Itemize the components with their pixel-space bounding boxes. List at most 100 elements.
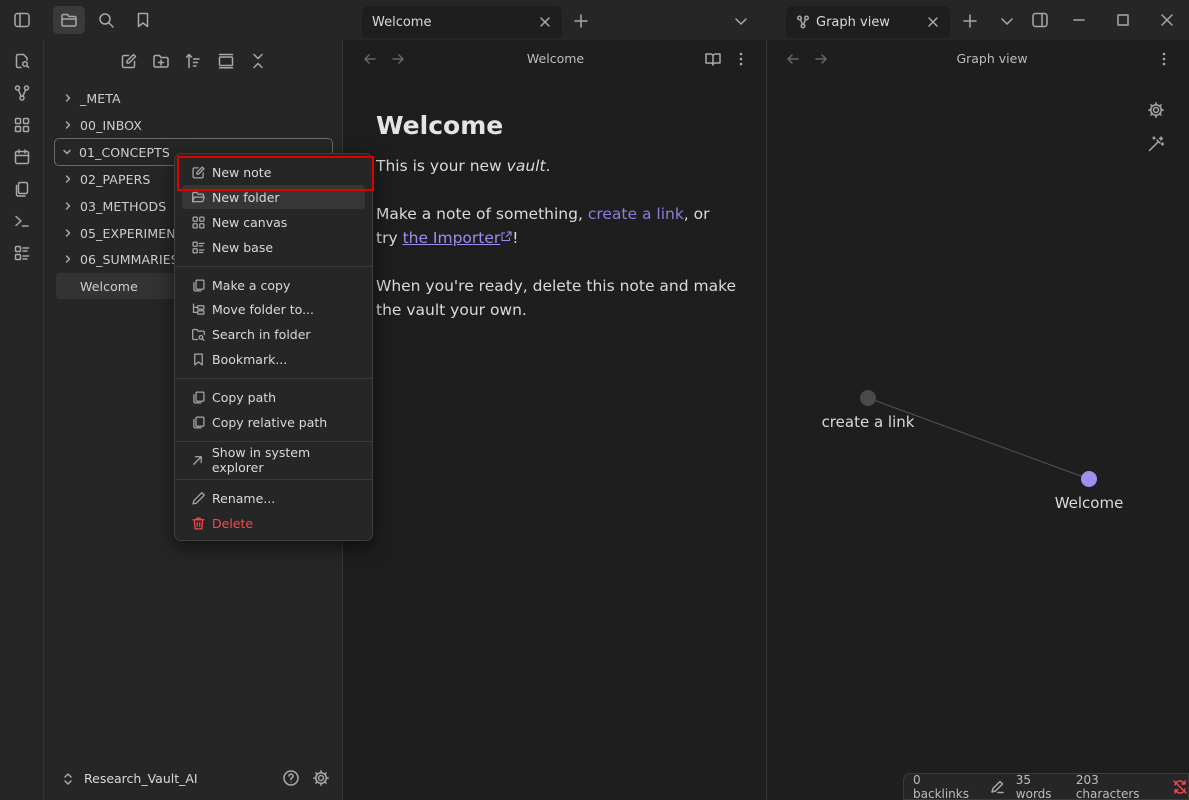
note-pane: Welcome Welcome This is your new vault. … (344, 40, 767, 800)
menu-item-new-base[interactable]: New base (182, 235, 365, 259)
canvas-icon (191, 215, 205, 229)
copy-icon (192, 415, 205, 429)
copy-icon (192, 278, 205, 292)
graph-node-label: create a link (821, 413, 915, 431)
note-paragraph-2[interactable]: Make a note of something, create a link,… (376, 202, 756, 250)
folder-label: 01_CONCEPTS (79, 144, 170, 160)
sidebar-right-icon (1032, 12, 1048, 28)
menu-item-delete[interactable]: Delete (182, 511, 365, 535)
sync-status[interactable] (1172, 779, 1188, 795)
create-base-button[interactable] (8, 239, 36, 267)
menu-separator (175, 378, 372, 379)
menu-item-label: Delete (212, 515, 254, 531)
chevron-right-icon (65, 121, 71, 129)
folder-context-menu: New note New folder New canvas New base … (174, 153, 373, 541)
toggle-right-sidebar-button[interactable] (1031, 11, 1049, 29)
tab-list-dropdown[interactable] (733, 12, 749, 30)
insert-template-button[interactable] (8, 175, 36, 203)
note-paragraph-3[interactable]: When you're ready, delete this note and … (376, 274, 761, 322)
menu-item-move-folder[interactable]: Move folder to... (182, 297, 365, 321)
open-quick-switcher-button[interactable] (8, 47, 36, 75)
menu-item-bookmark[interactable]: Bookmark... (182, 347, 365, 371)
menu-item-label: Copy relative path (212, 414, 328, 430)
text: This is your new (376, 157, 507, 175)
folder-item[interactable]: 00_INBOX (56, 112, 333, 138)
vault-name[interactable]: Research_Vault_AI (84, 771, 198, 786)
menu-item-label: Bookmark... (212, 351, 288, 367)
menu-separator (175, 266, 372, 267)
new-tab-button[interactable] (572, 12, 590, 30)
text: When you're ready, delete this note and … (376, 277, 737, 295)
collapse-all-button[interactable] (249, 52, 267, 70)
menu-item-label: Rename... (212, 490, 276, 506)
new-folder-button[interactable] (152, 52, 170, 70)
close-tab-button[interactable] (926, 15, 940, 29)
menu-item-search-in-folder[interactable]: Search in folder (182, 322, 365, 346)
tab-welcome-label: Welcome (372, 14, 432, 30)
close-tab-button[interactable] (538, 15, 552, 29)
backlinks-count[interactable]: 0 backlinks (913, 773, 976, 800)
more-vertical-icon (739, 52, 743, 66)
vault-switcher[interactable] (62, 771, 74, 787)
menu-item-copy-relative-path[interactable]: Copy relative path (182, 410, 365, 434)
chevron-right-icon (65, 202, 71, 210)
tab-welcome[interactable]: Welcome (362, 6, 562, 38)
open-graph-view-button[interactable] (8, 79, 36, 107)
folder-item[interactable]: _META (56, 85, 333, 111)
external-link[interactable]: the Importer (403, 229, 501, 247)
tab-list-dropdown[interactable] (999, 12, 1015, 30)
close-window-button[interactable] (1158, 11, 1176, 29)
note-title[interactable]: Welcome (376, 111, 503, 140)
more-options-button[interactable] (733, 50, 749, 68)
note-paragraph-1[interactable]: This is your new vault. (376, 154, 550, 178)
bookmark-icon (193, 352, 203, 366)
bookmarks-tab-button[interactable] (127, 6, 159, 34)
text: try (376, 229, 403, 247)
menu-item-rename[interactable]: Rename... (182, 486, 365, 510)
menu-item-label: New canvas (212, 214, 288, 230)
gear-icon (313, 770, 329, 786)
create-canvas-button[interactable] (8, 111, 36, 139)
toggle-left-sidebar-button[interactable] (6, 6, 38, 34)
menu-item-label: Copy path (212, 389, 277, 405)
new-note-button[interactable] (120, 52, 138, 70)
book-open-icon (705, 53, 721, 66)
bookmark-icon (137, 12, 149, 28)
graph-node-create-a-link[interactable] (860, 390, 876, 406)
pencil-icon (991, 780, 1004, 793)
word-count: 35 words (1015, 772, 1052, 800)
new-tab-button[interactable] (961, 12, 979, 30)
internal-link[interactable]: create a link (588, 205, 684, 223)
search-tab-button[interactable] (90, 6, 122, 34)
graph-view-pane: Graph view create a link Welcome (768, 40, 1189, 800)
files-tab-button[interactable] (53, 6, 85, 34)
folder-open-icon (191, 191, 205, 202)
menu-item-copy-path[interactable]: Copy path (182, 385, 365, 409)
tab-graph-view[interactable]: Graph view (786, 6, 950, 38)
text: Make a note of something, (376, 205, 588, 223)
folder-icon (61, 13, 77, 27)
base-icon (14, 245, 30, 261)
menu-item-show-in-system-explorer[interactable]: Show in system explorer (182, 445, 365, 475)
open-command-palette-button[interactable] (8, 207, 36, 235)
reading-view-button[interactable] (704, 50, 722, 68)
menu-item-make-a-copy[interactable]: Make a copy (182, 273, 365, 297)
menu-item-label: Move folder to... (212, 301, 315, 317)
sync-off-icon (1173, 779, 1187, 794)
open-daily-note-button[interactable] (8, 143, 36, 171)
graph-node-label: Welcome (1054, 494, 1124, 512)
chevron-right-icon (65, 255, 71, 263)
minimize-button[interactable] (1070, 11, 1088, 29)
auto-reveal-button[interactable] (217, 52, 235, 70)
graph-node-welcome[interactable] (1081, 471, 1097, 487)
maximize-button[interactable] (1114, 11, 1132, 29)
edit-mode-indicator[interactable] (990, 780, 1004, 794)
help-button[interactable] (282, 769, 300, 787)
settings-button[interactable] (312, 769, 330, 787)
change-sort-order-button[interactable] (184, 52, 202, 70)
folder-label: 02_PAPERS (80, 171, 151, 187)
text: , or (683, 205, 710, 223)
reveal-icon (218, 53, 234, 69)
menu-item-new-canvas[interactable]: New canvas (182, 210, 365, 234)
minimize-icon (1073, 19, 1085, 21)
